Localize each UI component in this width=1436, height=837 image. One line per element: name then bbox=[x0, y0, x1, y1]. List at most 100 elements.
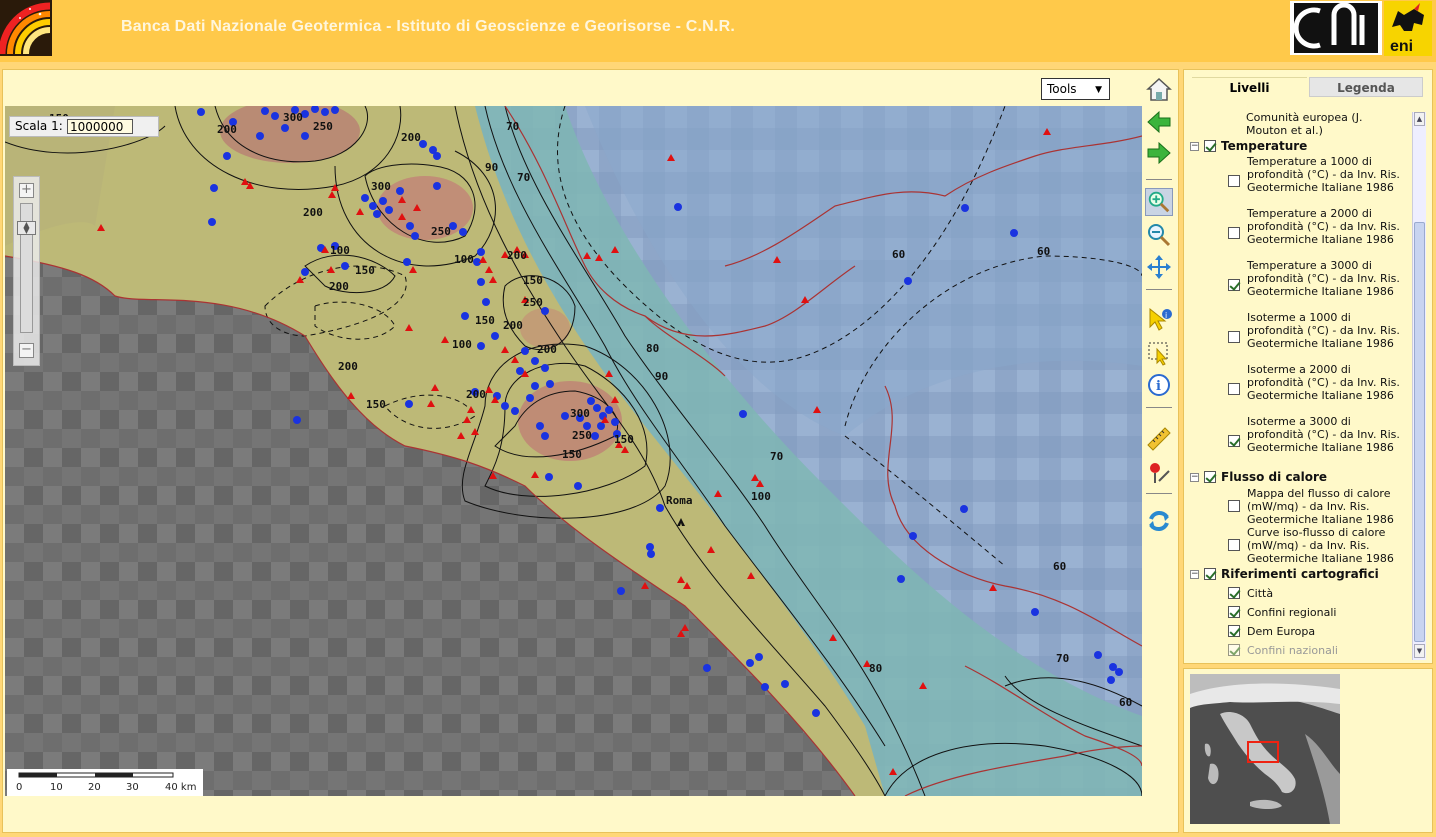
layer-checkbox[interactable] bbox=[1228, 539, 1240, 551]
contour-label: 90 bbox=[655, 370, 668, 383]
home-icon[interactable] bbox=[1145, 75, 1173, 103]
layer-item[interactable]: Dem Europa bbox=[1228, 625, 1315, 638]
overview-image[interactable] bbox=[1190, 674, 1340, 824]
layer-group-riferimenti[interactable]: − Riferimenti cartografici bbox=[1190, 568, 1379, 581]
layer-label: Comunità europea (J. Mouton et al.) bbox=[1246, 111, 1363, 137]
contour-label: 150 bbox=[614, 433, 634, 446]
layer-checkbox[interactable] bbox=[1228, 175, 1240, 187]
layer-label: Confini nazionali bbox=[1247, 644, 1338, 657]
zoom-out-icon[interactable] bbox=[1145, 221, 1173, 249]
collapse-icon[interactable]: − bbox=[1190, 142, 1199, 151]
contour-label: 150 bbox=[562, 448, 582, 461]
layer-item[interactable]: Temperature a 2000 di profondità (°C) - … bbox=[1228, 207, 1408, 246]
contour-label: 300 bbox=[283, 111, 303, 124]
layer-checkbox[interactable] bbox=[1228, 500, 1240, 512]
map-canvas[interactable]: 1502003002502003002002501001502001001502… bbox=[5, 106, 1142, 796]
layer-checkbox[interactable] bbox=[1204, 471, 1216, 483]
layer-item[interactable]: Mappa del flusso di calore (mW/mq) - da … bbox=[1228, 487, 1408, 526]
collapse-icon[interactable]: − bbox=[1190, 473, 1199, 482]
tools-dropdown[interactable]: Tools ▼ bbox=[1041, 78, 1110, 100]
layer-group-flusso[interactable]: − Flusso di calore bbox=[1190, 471, 1327, 484]
layer-checkbox[interactable] bbox=[1228, 625, 1240, 637]
layer-label: Curve iso-flusso di calore (mW/mq) - da … bbox=[1247, 526, 1394, 565]
scale-control: Scala 1: bbox=[9, 116, 159, 137]
chevron-down-icon: ▼ bbox=[1095, 85, 1102, 95]
layer-checkbox[interactable] bbox=[1228, 606, 1240, 618]
contour-label: 150 bbox=[355, 264, 375, 277]
info-icon[interactable]: i bbox=[1145, 371, 1173, 399]
scroll-up-icon[interactable]: ▲ bbox=[1414, 112, 1425, 126]
scroll-down-icon[interactable]: ▼ bbox=[1414, 644, 1425, 658]
contour-label: 60 bbox=[1053, 560, 1066, 573]
zoom-minus-icon[interactable]: − bbox=[19, 343, 34, 358]
contour-label: 100 bbox=[452, 338, 472, 351]
layer-item[interactable]: Temperature a 3000 di profondità (°C) - … bbox=[1228, 259, 1408, 298]
collapse-icon[interactable]: − bbox=[1190, 570, 1199, 579]
layer-label: Temperature a 2000 di profondità (°C) - … bbox=[1247, 207, 1400, 246]
layer-item[interactable]: Isoterme a 1000 di profondità (°C) - da … bbox=[1228, 311, 1408, 350]
layer-checkbox[interactable] bbox=[1228, 383, 1240, 395]
layer-item[interactable]: Temperature a 1000 di profondità (°C) - … bbox=[1228, 155, 1408, 194]
tab-livelli[interactable]: Livelli bbox=[1192, 77, 1307, 97]
svg-text:eni: eni bbox=[1390, 38, 1413, 55]
contour-label: 70 bbox=[517, 171, 530, 184]
layer-checkbox[interactable] bbox=[1228, 331, 1240, 343]
scroll-thumb[interactable] bbox=[1414, 222, 1425, 642]
layers-panel: Livelli Legenda Comunità europea (J. Mou… bbox=[1183, 69, 1433, 664]
zoom-handle[interactable]: ▲ ▼ bbox=[17, 221, 36, 235]
contour-label: 70 bbox=[506, 120, 519, 133]
layer-item[interactable]: Isoterme a 2000 di profondità (°C) - da … bbox=[1228, 363, 1408, 402]
layer-checkbox[interactable] bbox=[1228, 644, 1240, 656]
layer-checkbox[interactable] bbox=[1228, 279, 1240, 291]
layer-item[interactable]: Isoterme a 3000 di profondità (°C) - da … bbox=[1228, 415, 1408, 454]
tab-legenda[interactable]: Legenda bbox=[1309, 77, 1423, 97]
header: Banca Dati Nazionale Geotermica - Istitu… bbox=[0, 0, 1436, 62]
scalebar-tick: 10 bbox=[50, 782, 63, 793]
layer-label: Confini regionali bbox=[1247, 606, 1337, 619]
layer-tree-scrollbar[interactable]: ▲ ▼ bbox=[1412, 112, 1426, 660]
layer-tree: Comunità europea (J. Mouton et al.) − Te… bbox=[1184, 100, 1410, 662]
map-image[interactable]: 1502003002502003002002501001502001001502… bbox=[5, 106, 1142, 796]
layer-checkbox[interactable] bbox=[1204, 140, 1216, 152]
layer-item[interactable]: Curve iso-flusso di calore (mW/mq) - da … bbox=[1228, 526, 1408, 565]
refresh-icon[interactable] bbox=[1145, 507, 1173, 535]
layer-label: Isoterme a 3000 di profondità (°C) - da … bbox=[1247, 415, 1400, 454]
scale-bar: 0 10 20 30 40 km bbox=[7, 769, 203, 796]
identify-icon[interactable]: i bbox=[1145, 305, 1173, 333]
layer-item[interactable]: Confini nazionali bbox=[1228, 644, 1338, 657]
overview-map bbox=[1183, 668, 1433, 833]
layer-checkbox[interactable] bbox=[1228, 227, 1240, 239]
layer-checkbox[interactable] bbox=[1204, 568, 1216, 580]
zoom-slider[interactable]: + ▲ ▼ − bbox=[13, 176, 40, 366]
layer-group-label: Flusso di calore bbox=[1221, 470, 1328, 484]
forward-arrow-icon[interactable] bbox=[1145, 139, 1173, 167]
back-arrow-icon[interactable] bbox=[1145, 108, 1173, 136]
layer-checkbox[interactable] bbox=[1228, 587, 1240, 599]
map-panel: Tools ▼ 200 300 250 200 300 200 250 100 … bbox=[2, 69, 1179, 833]
layer-item[interactable]: Confini regionali bbox=[1228, 606, 1336, 619]
scale-input[interactable] bbox=[67, 119, 133, 134]
contour-label: 60 bbox=[1119, 696, 1132, 709]
zoom-plus-icon[interactable]: + bbox=[19, 183, 34, 198]
contour-label: 100 bbox=[454, 253, 474, 266]
measure-icon[interactable] bbox=[1145, 425, 1173, 453]
layer-item[interactable]: Città bbox=[1228, 587, 1273, 600]
layer-label: Città bbox=[1247, 587, 1274, 600]
zoom-in-icon[interactable] bbox=[1145, 188, 1173, 216]
contour-label: 200 bbox=[507, 249, 527, 262]
contour-label: 200 bbox=[466, 388, 486, 401]
scale-label: Scala 1: bbox=[15, 119, 63, 133]
toolbar-separator bbox=[1146, 493, 1172, 494]
scalebar-tick: 20 bbox=[88, 782, 101, 793]
layer-checkbox[interactable] bbox=[1228, 435, 1240, 447]
contour-label: 250 bbox=[313, 120, 333, 133]
locate-icon[interactable] bbox=[1145, 459, 1173, 487]
city-label: Roma bbox=[666, 494, 693, 507]
contour-label: 200 bbox=[401, 131, 421, 144]
contour-label: 200 bbox=[503, 319, 523, 332]
select-icon[interactable] bbox=[1145, 339, 1173, 367]
contour-label: 150 bbox=[475, 314, 495, 327]
pan-icon[interactable] bbox=[1145, 253, 1173, 281]
contour-label: 250 bbox=[523, 296, 543, 309]
layer-group-temperature[interactable]: − Temperature bbox=[1190, 140, 1307, 153]
